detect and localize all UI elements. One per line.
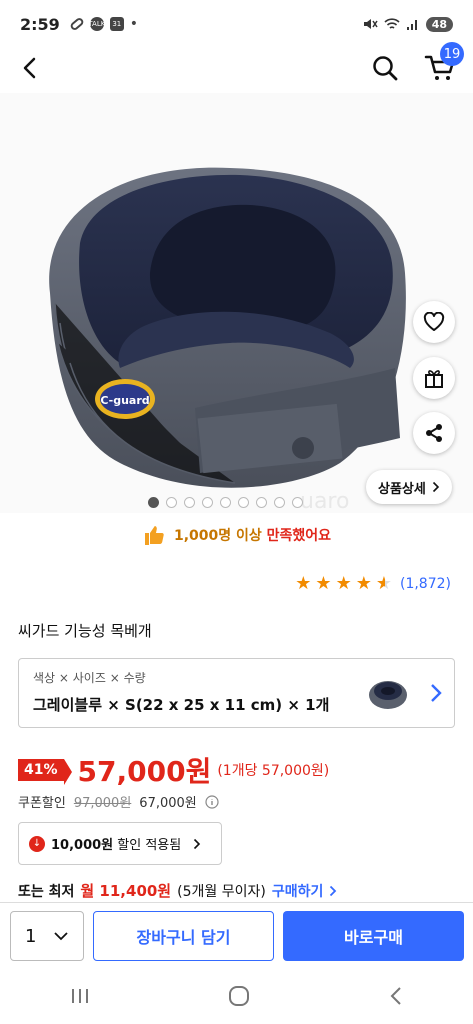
option-thumbnail [369,681,407,709]
logo-text: C-guard [100,394,149,407]
product-title: 씨가드 기능성 목베개 [18,622,152,640]
chevron-right-icon [194,838,201,849]
sale-price: 57,000원 [77,755,212,788]
option-selector[interactable]: 색상 × 사이즈 × 수량 그레이블루 × S(22 x 25 x 11 cm)… [18,658,455,728]
coupon-price: 67,000원 [139,796,197,811]
price-row: 41% 57,000원 (1개당 57,000원) [18,750,329,790]
home-icon[interactable] [228,985,250,1007]
satisfaction-text: 만족했어요 [266,528,332,544]
gallery-dot[interactable] [292,497,303,508]
gallery-dot[interactable] [202,497,213,508]
search-icon[interactable] [370,53,400,83]
gallery-dot[interactable] [166,497,177,508]
share-icon [426,424,442,442]
android-nav-bar [0,968,473,1024]
gallery-pagination [148,497,303,508]
gallery-dot[interactable] [274,497,285,508]
rating[interactable]: ★ ★ ★ ★ ★ (1,872) [295,575,451,593]
product-detail-button[interactable]: 상품상세 [366,470,452,504]
discount-down-icon: ↓ [29,835,45,852]
info-icon[interactable] [205,794,219,809]
nav-back-icon[interactable] [388,986,404,1006]
satisfaction-banner: 1,000명 이상 만족했어요 [0,523,473,547]
chevron-right-icon [432,481,439,493]
dot-icon: • [129,16,139,32]
buy-bar: 1 장바구니 담기 바로구매 [0,902,473,968]
star-icon: ★ [335,573,352,594]
wishlist-button[interactable] [413,301,455,343]
quantity-value: 1 [25,925,37,947]
gift-icon [425,370,443,388]
add-to-cart-button[interactable]: 장바구니 담기 [93,911,274,961]
installment-amount: 월 11,400원 [80,882,172,900]
back-icon[interactable] [16,54,44,82]
app-header: 19 [0,42,473,88]
rating-count[interactable]: (1,872) [400,576,451,592]
discount-badge: 41% [18,759,71,785]
wifi-icon [384,18,400,29]
star-icon: ★ [315,573,332,594]
gallery-dot[interactable] [148,497,159,508]
chevron-right-icon [431,684,442,702]
share-button[interactable] [413,412,455,454]
original-price: 97,000원 [73,796,132,811]
gallery-dot[interactable] [220,497,231,508]
product-image[interactable]: C-guard uaro [0,93,473,513]
status-time: 2:59 [20,14,60,34]
neck-pillow-image: C-guard uaro [49,167,406,513]
cart-count-badge: 19 [440,42,464,66]
coupon-row: 쿠폰할인 97,000원 67,000원 [18,792,219,811]
status-notification-icons: TALK 31 • [70,16,138,32]
battery-icon: 48 [425,16,453,32]
gallery-dot[interactable] [184,497,195,508]
watermark: uaro [300,489,349,513]
signal-icon [406,20,417,30]
gallery-dot[interactable] [256,497,267,508]
link-icon [70,18,84,30]
mute-icon [363,19,378,29]
buy-now-button[interactable]: 바로구매 [283,911,464,961]
gallery-dot[interactable] [238,497,249,508]
half-star-icon: ★ [375,573,392,594]
talk-icon: TALK [88,17,105,31]
status-system-icons: 48 [362,16,453,32]
star-icon: ★ [355,573,372,594]
chevron-down-icon [54,932,68,941]
satisfaction-count: 1,000명 이상 [173,528,262,544]
star-icon: ★ [295,573,312,594]
heart-icon [423,312,445,331]
recent-apps-icon[interactable] [69,986,91,1006]
chevron-right-icon [330,885,337,896]
installment-row: 또는 최저 월 11,400원 (5개월 무이자) 구매하기 [18,880,337,901]
status-bar: 2:59 TALK 31 • 48 [0,0,473,48]
quantity-select[interactable]: 1 [10,911,84,961]
product-detail-label: 상품상세 [378,481,426,497]
discount-applied-text: 할인 적용됨 [117,838,182,853]
discount-amount: 10,000원 [51,838,114,853]
unit-price: (1개당 57,000원) [217,763,330,779]
installment-prefix: 또는 최저 [18,883,75,900]
gift-button[interactable] [413,357,455,399]
installment-months: (5개월 무이자) [177,883,266,900]
installment-buy-link[interactable]: 구매하기 [272,881,324,901]
discount-applied-button[interactable]: ↓ 10,000원 할인 적용됨 [18,822,222,865]
coupon-label: 쿠폰할인 [18,796,66,811]
thumbs-up-icon [144,526,164,545]
calendar-icon: 31 [109,17,124,31]
